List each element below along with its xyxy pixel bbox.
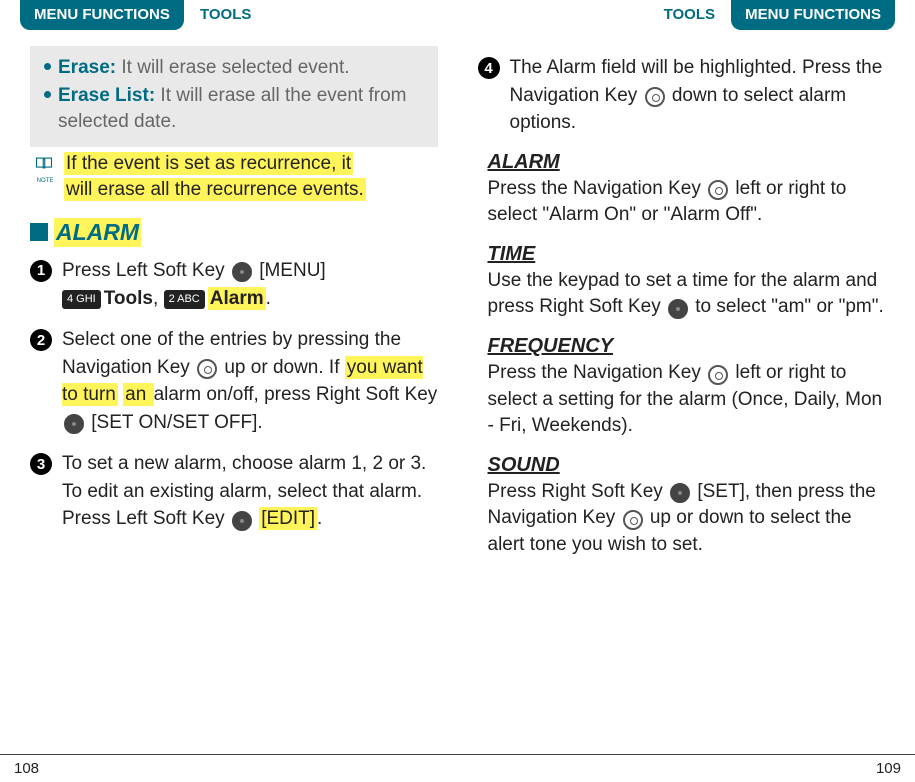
navkey-icon	[197, 359, 217, 379]
step-3: 3 To set a new alarm, choose alarm 1, 2 …	[30, 450, 438, 533]
menu-functions-tab: MENU FUNCTIONS	[20, 0, 184, 30]
navkey-icon	[623, 510, 643, 530]
s1-alarm: Alarm	[208, 287, 266, 310]
erase-bullet: Erase: It will erase selected event.	[40, 55, 428, 82]
step-number-4: 4	[478, 57, 500, 79]
bullet-icon	[44, 91, 51, 98]
step-number-3: 3	[30, 453, 52, 475]
erase-list-bullet: Erase List: It will erase all the event …	[40, 83, 428, 136]
s1-end: .	[266, 288, 271, 309]
freq-ba: Press the Navigation Key	[488, 362, 707, 383]
key4-icon: 4 GHI	[62, 290, 101, 310]
erase-text: It will erase selected event.	[116, 57, 349, 78]
s1-comma: ,	[153, 288, 164, 309]
menu-functions-tab-right: MENU FUNCTIONS	[731, 0, 895, 30]
sound-sub-body: Press Right Soft Key [SET], then press t…	[488, 479, 886, 559]
s3hl: [EDIT]	[259, 507, 317, 530]
navkey-icon	[708, 180, 728, 200]
step-2: 2 Select one of the entries by pressing …	[30, 326, 438, 436]
step-1-body: Press Left Soft Key [MENU] 4 GHITools, 2…	[62, 257, 326, 312]
note-text: If the event is set as recurrence, it wi…	[64, 151, 366, 204]
step-4: 4 The Alarm field will be highlighted. P…	[478, 54, 886, 137]
s3end: .	[317, 508, 322, 529]
time-subsection: TIME Use the keypad to set a time for th…	[488, 243, 886, 321]
page-number-right: 109	[876, 760, 901, 777]
s2hl2: an	[123, 383, 153, 406]
erase-box: Erase: It will erase selected event. Era…	[30, 46, 438, 147]
softkey-icon	[232, 262, 252, 282]
footer: 108 109	[0, 754, 915, 782]
alarm-sub-body: Press the Navigation Key left or right t…	[488, 176, 886, 229]
tools-label-right: TOOLS	[664, 6, 715, 23]
right-header: TOOLS MENU FUNCTIONS	[478, 0, 886, 32]
s1a: Press Left Soft Key	[62, 260, 230, 281]
key2-icon: 2 ABC	[164, 290, 205, 310]
alarm-sub-title: ALARM	[488, 151, 886, 174]
note-row: NOTE If the event is set as recurrence, …	[30, 151, 438, 204]
softkey-icon	[232, 511, 252, 531]
sound-sub-title: SOUND	[488, 454, 886, 477]
step-1: 1 Press Left Soft Key [MENU] 4 GHITools,…	[30, 257, 438, 312]
freq-sub-title: FREQUENCY	[488, 335, 886, 358]
s2c: alarm on/off, press Right Soft Key	[154, 384, 438, 405]
alarm-ba: Press the Navigation Key	[488, 178, 707, 199]
s2d: [SET ON/SET OFF].	[86, 412, 263, 433]
step-4-body: The Alarm field will be highlighted. Pre…	[510, 54, 886, 137]
page-spread: MENU FUNCTIONS TOOLS Erase: It will eras…	[0, 0, 915, 750]
softkey-icon	[64, 414, 84, 434]
note-icon: NOTE	[32, 155, 58, 184]
note-line2: will erase all the recurrence events.	[64, 178, 366, 201]
s1-tools: Tools	[104, 288, 153, 309]
sound-subsection: SOUND Press Right Soft Key [SET], then p…	[488, 454, 886, 559]
bullet-icon	[44, 63, 51, 70]
page-number-left: 108	[14, 760, 39, 777]
sound-ba: Press Right Soft Key	[488, 481, 669, 502]
time-bb: to select "am" or "pm".	[690, 296, 884, 317]
erase-label: Erase:	[58, 57, 116, 78]
softkey-icon	[668, 299, 688, 319]
s1b: [MENU]	[254, 260, 326, 281]
time-sub-title: TIME	[488, 243, 886, 266]
time-sub-body: Use the keypad to set a time for the ala…	[488, 268, 886, 321]
s2b: up or down. If	[219, 357, 345, 378]
step-number-2: 2	[30, 329, 52, 351]
alarm-subsection: ALARM Press the Navigation Key left or r…	[488, 151, 886, 229]
tools-label-left: TOOLS	[200, 6, 251, 23]
softkey-icon	[670, 483, 690, 503]
left-page: MENU FUNCTIONS TOOLS Erase: It will eras…	[0, 0, 458, 750]
freq-sub-body: Press the Navigation Key left or right t…	[488, 360, 886, 440]
left-header: MENU FUNCTIONS TOOLS	[30, 0, 438, 32]
alarm-title: ALARM	[54, 218, 141, 247]
navkey-icon	[645, 87, 665, 107]
frequency-subsection: FREQUENCY Press the Navigation Key left …	[488, 335, 886, 440]
note-line1: If the event is set as recurrence, it	[64, 152, 353, 175]
step-number-1: 1	[30, 260, 52, 282]
step-3-body: To set a new alarm, choose alarm 1, 2 or…	[62, 450, 438, 533]
step-2-body: Select one of the entries by pressing th…	[62, 326, 438, 436]
navkey-icon	[708, 365, 728, 385]
alarm-section-head: ALARM	[30, 218, 438, 247]
square-icon	[30, 223, 48, 241]
erase-list-label: Erase List:	[58, 85, 155, 106]
right-page: TOOLS MENU FUNCTIONS 4 The Alarm field w…	[458, 0, 915, 750]
